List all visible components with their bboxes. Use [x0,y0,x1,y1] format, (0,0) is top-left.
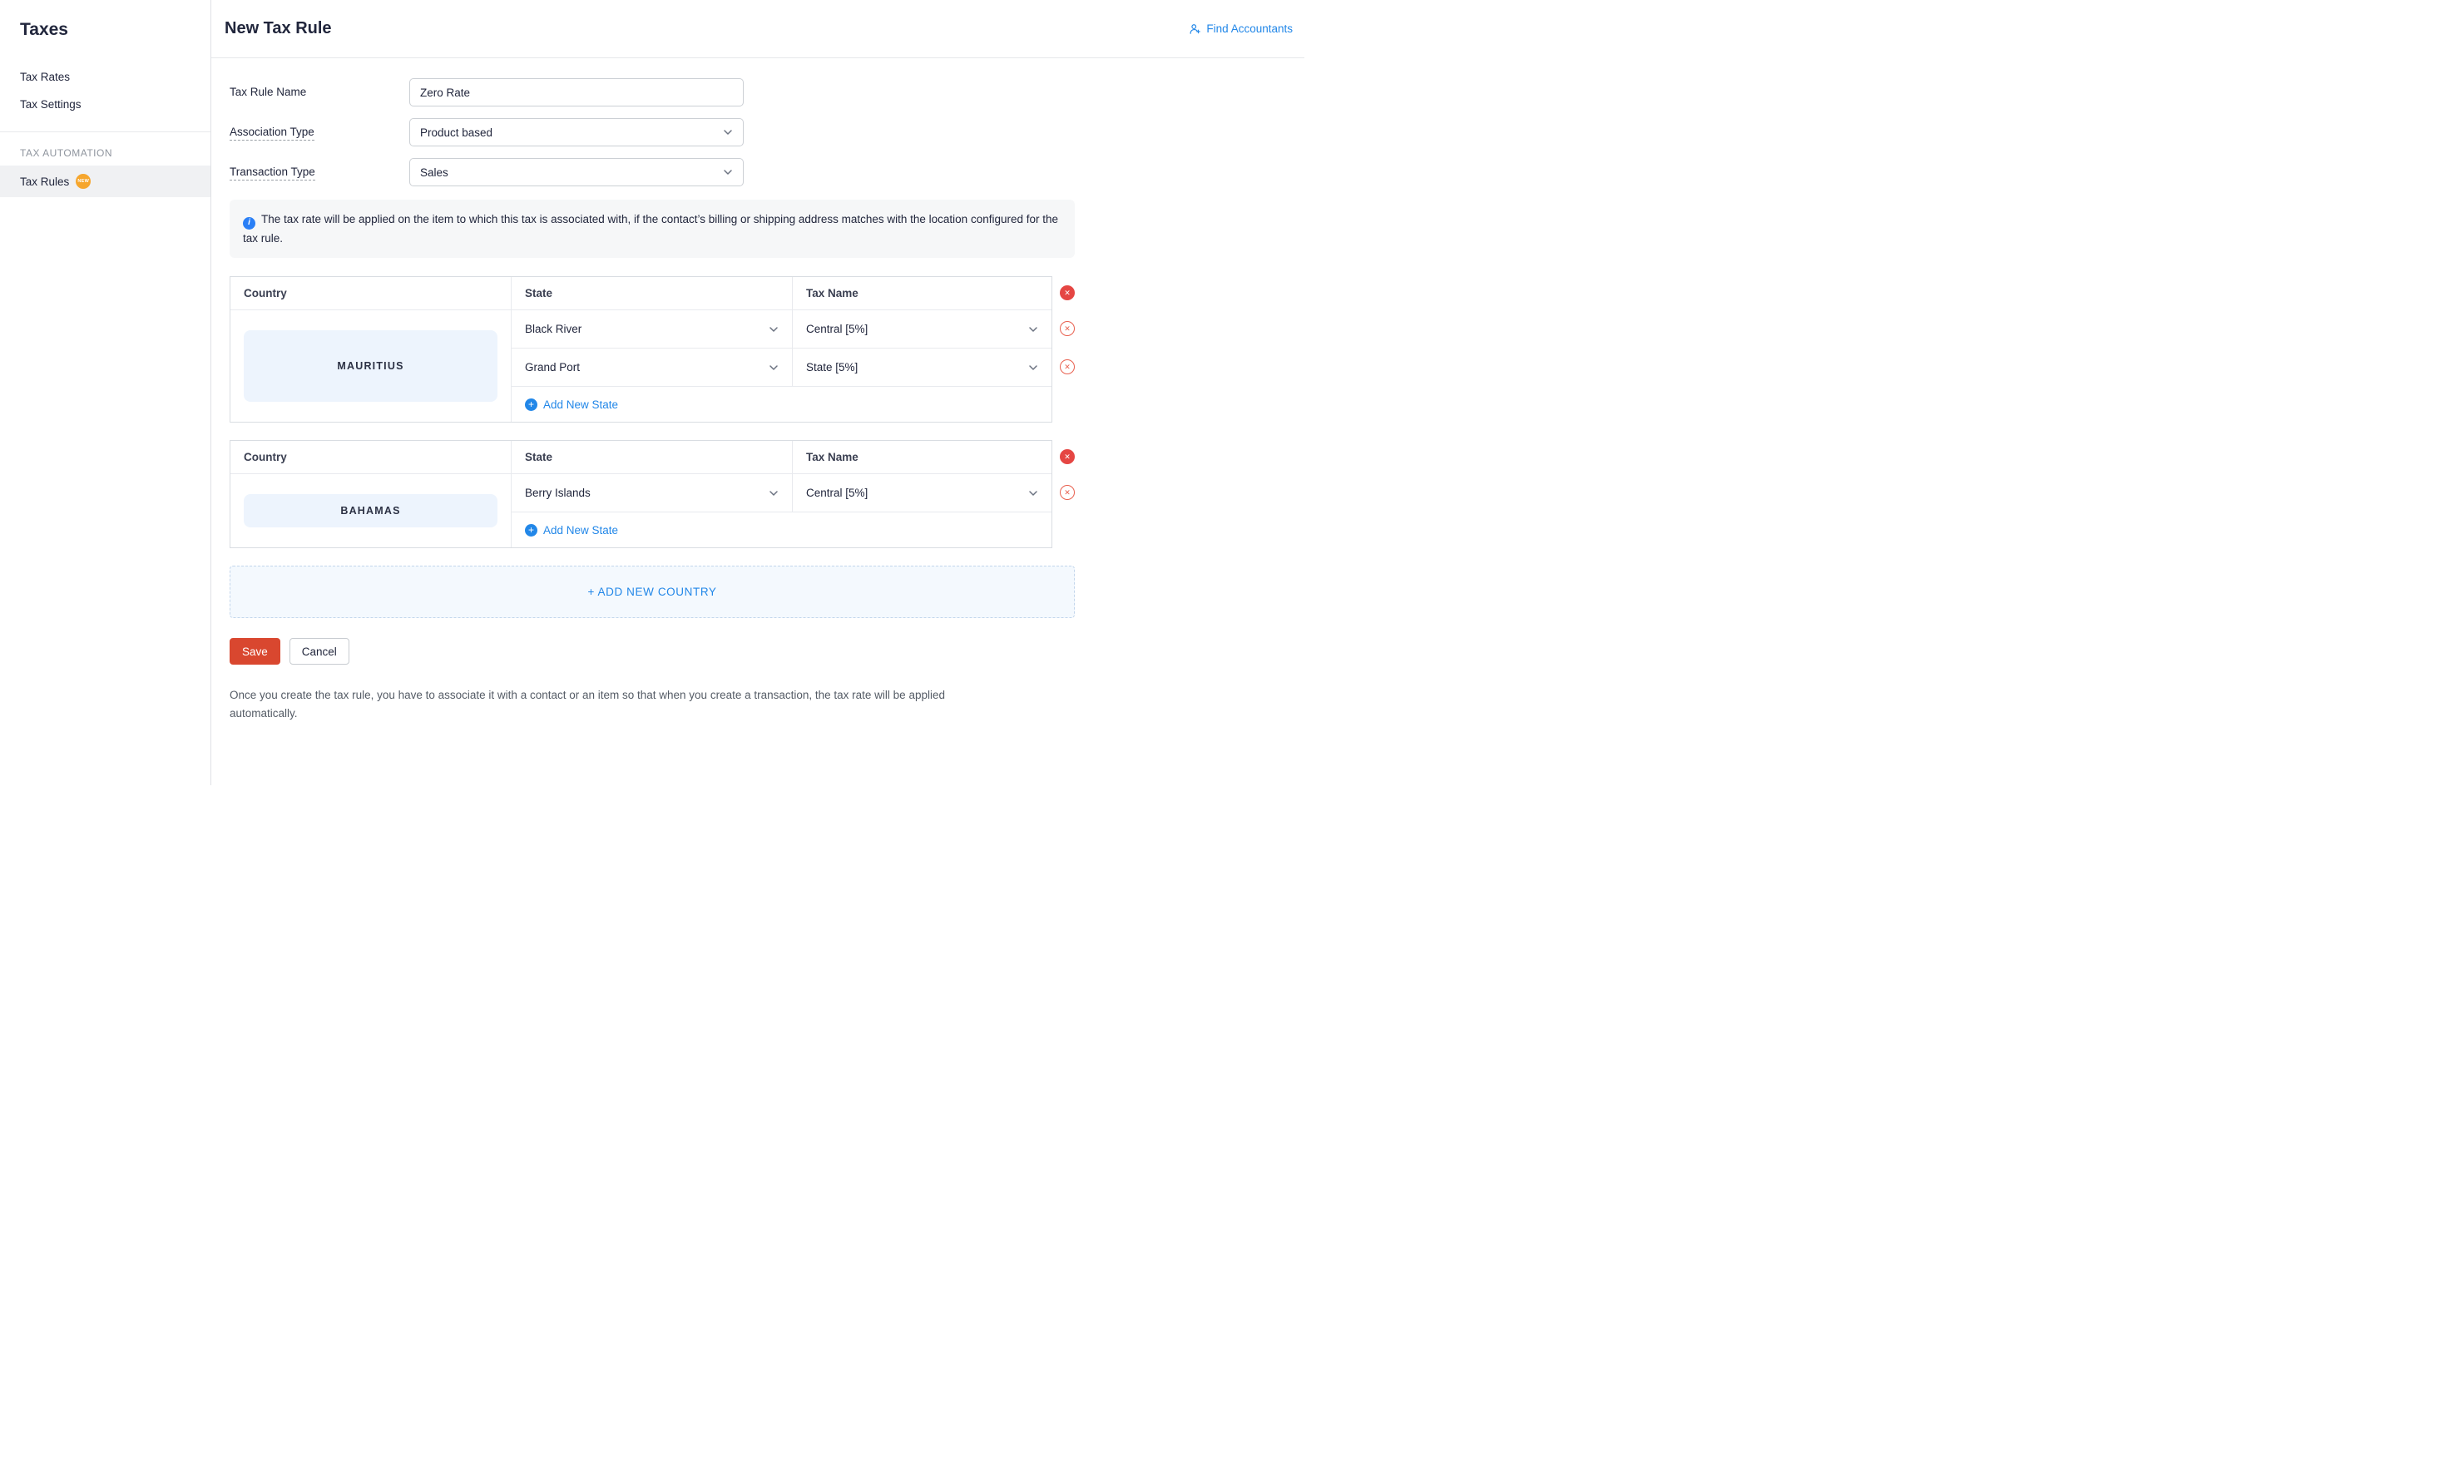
form-row-association-type: Association Type Product based [230,118,1075,146]
tax-name-value: Central [5%] [806,487,868,500]
chevron-down-icon [724,130,732,135]
state-row: Berry Islands Central [5%] [512,474,1051,513]
country-chip: BAHAMAS [244,494,497,528]
page-title: New Tax Rule [225,19,332,37]
chevron-down-icon [1029,326,1037,332]
country-table-block: Country State Tax Name MAURITIUS Black R… [230,276,1075,423]
info-icon: i [243,216,255,230]
plus-icon: + [525,523,537,537]
form-row-transaction-type: Transaction Type Sales [230,158,1075,186]
chevron-down-icon [1029,490,1037,496]
delete-country-button[interactable]: ✕ [1060,449,1075,465]
delete-state-row-button[interactable]: ✕ [1060,485,1075,501]
sidebar-item-label: Tax Rules [20,175,70,188]
chevron-down-icon [724,170,732,175]
save-button[interactable]: Save [230,638,280,665]
plus-icon: + [525,398,537,411]
footer-note: Once you create the tax rule, you have t… [230,689,945,720]
sidebar-item-tax-rates[interactable]: Tax Rates [0,63,210,91]
tax-name-select[interactable]: Central [5%] [793,474,1051,512]
add-new-country-button[interactable]: + ADD NEW COUNTRY [230,566,1075,619]
accountant-icon [1190,23,1201,34]
tax-name-select[interactable]: State [5%] [793,349,1051,386]
form-row-tax-rule-name: Tax Rule Name [230,78,1075,106]
column-header-state: State [512,441,793,474]
state-select[interactable]: Grand Port [512,349,793,387]
sidebar-item-tax-rules[interactable]: Tax Rules NEW [0,166,210,197]
info-note: i The tax rate will be applied on the ite… [230,200,1075,259]
state-rows: Black River Central [5%] Grand Port State [… [512,310,1051,422]
table-body: MAURITIUS Black River Central [5%] Grand P… [230,310,1051,423]
row-delete-column: ✕ ✕ [1060,440,1075,512]
state-value: Grand Port [525,361,581,374]
state-select[interactable]: Black River [512,310,793,349]
app: Taxes Tax Rates Tax Settings TAX AUTOMAT… [0,0,1304,785]
tax-table: Country State Tax Name MAURITIUS Black R… [230,276,1052,423]
country-chip: MAURITIUS [244,330,497,403]
column-header-country: Country [230,277,512,310]
association-type-value: Product based [420,126,493,139]
page-header: New Tax Rule Find Accountants [211,0,1304,58]
tax-rule-name-input[interactable] [409,78,744,106]
state-rows: Berry Islands Central [5%] + Add New State [512,474,1051,547]
new-badge: NEW [76,174,92,189]
form-actions: Save Cancel [230,638,1075,665]
association-type-label: Association Type [230,118,409,146]
find-accountants-link[interactable]: Find Accountants [1190,22,1293,35]
state-value: Black River [525,323,582,336]
state-value: Berry Islands [525,487,591,500]
country-table-block: Country State Tax Name BAHAMAS Berry Isl… [230,440,1075,549]
page-content: Tax Rule Name Association Type Product b… [211,58,1304,757]
cancel-button[interactable]: Cancel [289,638,349,665]
tax-name-value: Central [5%] [806,323,868,336]
country-cell: BAHAMAS [230,474,512,548]
sidebar: Taxes Tax Rates Tax Settings TAX AUTOMAT… [0,0,211,785]
add-new-state-link[interactable]: + Add New State [525,398,618,411]
add-new-state-link[interactable]: + Add New State [525,523,619,537]
transaction-type-label: Transaction Type [230,158,409,186]
chevron-down-icon [769,490,778,496]
column-header-tax-name: Tax Name [806,287,858,300]
sidebar-title: Taxes [20,20,68,39]
transaction-type-select[interactable]: Sales [409,158,744,186]
row-delete-column: ✕ ✕ ✕ [1060,276,1075,386]
country-tables: Country State Tax Name MAURITIUS Black R… [230,276,1075,549]
add-new-state-label: Add New State [543,398,619,411]
tax-name-select[interactable]: Central [5%] [793,310,1051,348]
delete-state-row-button[interactable]: ✕ [1060,359,1075,375]
delete-country-button[interactable]: ✕ [1060,285,1075,301]
column-header-country: Country [230,441,512,474]
column-header-state: State [512,277,793,310]
delete-state-row-button[interactable]: ✕ [1060,321,1075,337]
chevron-down-icon [769,364,778,370]
main-panel: New Tax Rule Find Accountants Tax Rule N… [211,0,1304,785]
chevron-down-icon [769,326,778,332]
add-state-row: + Add New State [512,387,1051,422]
table-header-row: Country State Tax Name [230,277,1051,311]
info-note-text: The tax rate will be applied on the item… [243,213,1059,245]
association-type-select[interactable]: Product based [409,118,744,146]
state-row: Black River Central [5%] [512,310,1051,349]
column-header-tax-name: Tax Name [806,451,858,464]
table-body: BAHAMAS Berry Islands Central [5%] + Add Ne… [230,474,1051,548]
state-row: Grand Port State [5%] [512,349,1051,388]
country-cell: MAURITIUS [230,310,512,423]
tax-name-value: State [5%] [806,361,858,374]
chevron-down-icon [1029,364,1037,370]
add-new-state-label: Add New State [543,523,619,537]
tax-rule-name-label: Tax Rule Name [230,86,307,98]
transaction-type-value: Sales [420,166,448,179]
sidebar-section-header: TAX AUTOMATION [20,147,113,159]
sidebar-divider [0,131,210,132]
find-accountants-label: Find Accountants [1206,22,1293,35]
state-select[interactable]: Berry Islands [512,474,793,512]
sidebar-item-tax-settings[interactable]: Tax Settings [0,91,210,118]
table-header-row: Country State Tax Name [230,441,1051,475]
add-state-row: + Add New State [512,512,1051,547]
tax-table: Country State Tax Name BAHAMAS Berry Isl… [230,440,1052,549]
